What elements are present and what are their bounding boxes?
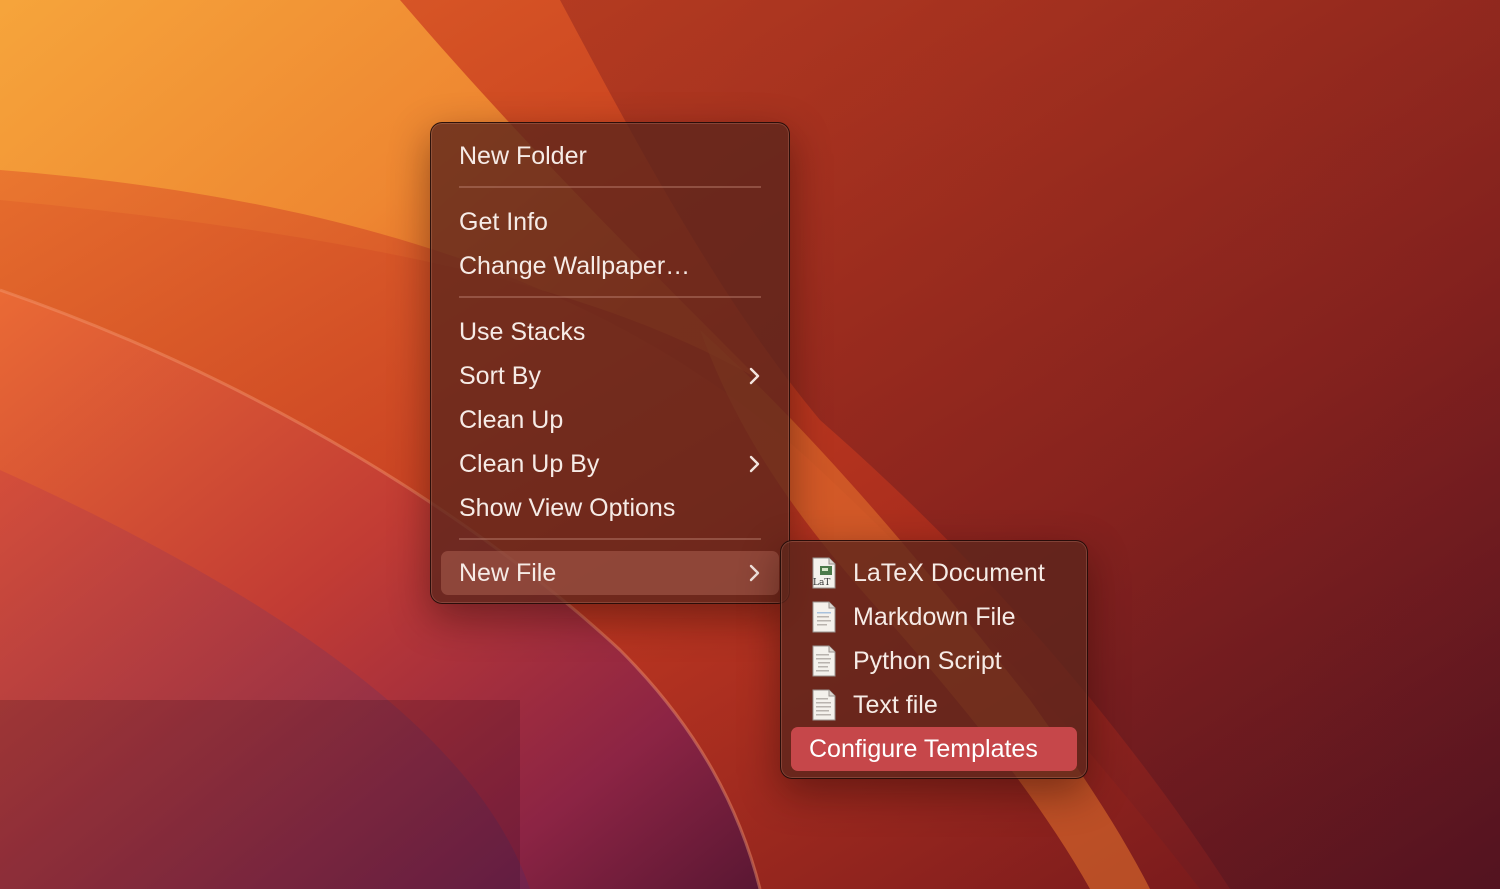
- submenu-item-label: Markdown File: [853, 603, 1016, 631]
- menu-item-label: Get Info: [459, 208, 548, 236]
- menu-separator: [459, 296, 761, 298]
- submenu-item-label: LaTeX Document: [853, 559, 1045, 587]
- menu-item-label: Sort By: [459, 362, 541, 390]
- latex-document-icon: LaT: [812, 557, 836, 589]
- new-file-submenu: LaT LaTeX Document Markdown File Python …: [780, 540, 1088, 779]
- python-script-icon: [812, 645, 836, 677]
- menu-item-get-info[interactable]: Get Info: [441, 200, 779, 244]
- menu-item-clean-up-by[interactable]: Clean Up By: [441, 442, 779, 486]
- submenu-item-label: Text file: [853, 691, 938, 719]
- menu-item-label: Clean Up: [459, 406, 564, 434]
- menu-item-label: New File: [459, 559, 557, 587]
- submenu-item-python-script[interactable]: Python Script: [791, 639, 1077, 683]
- text-file-icon: [812, 689, 836, 721]
- menu-item-show-view-options[interactable]: Show View Options: [441, 486, 779, 530]
- submenu-item-label: Configure Templates: [809, 735, 1038, 763]
- svg-text:LaT: LaT: [813, 578, 830, 588]
- menu-item-use-stacks[interactable]: Use Stacks: [441, 310, 779, 354]
- submenu-item-label: Python Script: [853, 647, 1002, 675]
- menu-item-label: Clean Up By: [459, 450, 600, 478]
- submenu-item-text-file[interactable]: Text file: [791, 683, 1077, 727]
- submenu-item-configure-templates[interactable]: Configure Templates: [791, 727, 1077, 771]
- menu-item-label: Change Wallpaper…: [459, 252, 691, 280]
- menu-item-clean-up[interactable]: Clean Up: [441, 398, 779, 442]
- desktop-context-menu: New Folder Get Info Change Wallpaper… Us…: [430, 122, 790, 604]
- menu-separator: [459, 186, 761, 188]
- chevron-right-icon: [749, 564, 760, 582]
- menu-item-sort-by[interactable]: Sort By: [441, 354, 779, 398]
- submenu-item-latex-document[interactable]: LaT LaTeX Document: [791, 551, 1077, 595]
- markdown-file-icon: [812, 601, 836, 633]
- menu-item-new-folder[interactable]: New Folder: [441, 134, 779, 178]
- chevron-right-icon: [749, 455, 760, 473]
- menu-item-label: Use Stacks: [459, 318, 586, 346]
- menu-item-change-wallpaper[interactable]: Change Wallpaper…: [441, 244, 779, 288]
- chevron-right-icon: [749, 367, 760, 385]
- menu-item-new-file[interactable]: New File: [441, 551, 779, 595]
- menu-separator: [459, 538, 761, 540]
- submenu-item-markdown-file[interactable]: Markdown File: [791, 595, 1077, 639]
- menu-item-label: New Folder: [459, 142, 587, 170]
- menu-item-label: Show View Options: [459, 494, 676, 522]
